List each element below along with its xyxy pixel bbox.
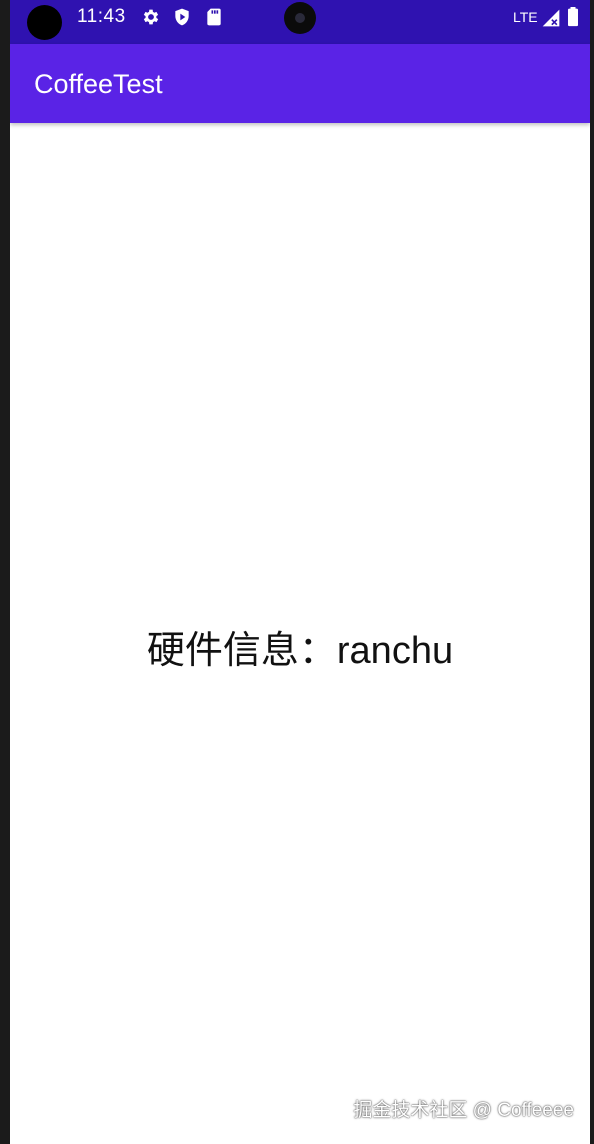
settings-gear-icon [141,7,161,27]
hardware-info-text: 硬件信息：ranchu [146,630,454,672]
watermark: 掘金技术社区 @ Coffeeee [353,1100,574,1121]
status-bar: 11:43 LTE [10,0,590,44]
app-screen: 11:43 LTE CoffeeTest 硬件信息：ranchu 掘金技术社区 … [10,0,590,1144]
sd-card-icon [204,7,224,27]
front-camera [284,2,316,34]
signal-icon [541,8,561,28]
shield-play-icon [172,7,192,27]
app-bar: CoffeeTest [10,44,590,123]
network-type-label: LTE [513,9,538,25]
status-bar-circle-icon [27,5,62,40]
status-time: 11:43 [77,6,126,27]
battery-icon [565,7,585,27]
app-title: CoffeeTest [34,69,163,99]
device-frame: 11:43 LTE CoffeeTest 硬件信息：ranchu 掘金技术社区 … [0,0,594,1144]
